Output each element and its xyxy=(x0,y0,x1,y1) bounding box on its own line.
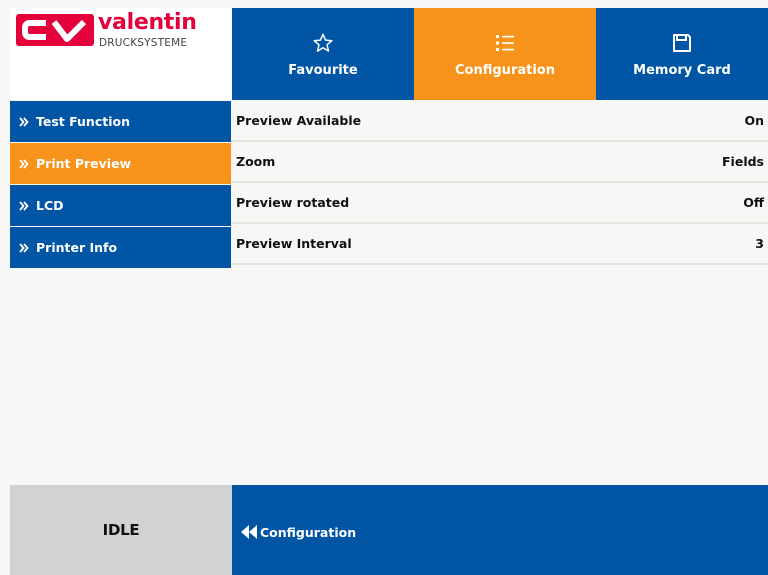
setting-value: Off xyxy=(743,195,764,210)
side-menu: Test Function Print Preview LCD Printer … xyxy=(10,101,231,269)
menu-item-printer-info[interactable]: Printer Info xyxy=(10,227,231,268)
settings-list: Preview Available On Zoom Fields Preview… xyxy=(231,101,768,265)
back-button-label: Configuration xyxy=(260,524,357,540)
menu-item-label: Print Preview xyxy=(36,156,132,171)
double-chevron-right-icon xyxy=(19,158,29,169)
back-button[interactable]: Configuration xyxy=(240,521,356,543)
menu-item-lcd[interactable]: LCD xyxy=(10,185,231,226)
brand-logo: valentin DRUCKSYSTEME xyxy=(10,8,232,100)
setting-row-preview-rotated[interactable]: Preview rotated Off xyxy=(231,183,768,224)
setting-label: Preview Available xyxy=(236,113,362,128)
brand-name: valentin xyxy=(98,10,197,35)
star-icon xyxy=(313,33,333,52)
brand-subtitle: DRUCKSYSTEME xyxy=(99,37,188,49)
floppy-disk-icon xyxy=(673,34,691,52)
cv-logo-icon xyxy=(16,14,94,46)
setting-label: Preview rotated xyxy=(236,195,350,210)
tab-memory-card[interactable]: Memory Card xyxy=(596,8,768,100)
setting-label: Preview Interval xyxy=(236,236,352,251)
menu-item-label: Test Function xyxy=(36,114,130,129)
menu-item-label: LCD xyxy=(36,198,64,213)
status-indicator: IDLE xyxy=(10,485,232,575)
setting-label: Zoom xyxy=(236,154,276,169)
tab-favourite[interactable]: Favourite xyxy=(232,8,414,100)
double-chevron-right-icon xyxy=(19,116,29,127)
tab-configuration-label: Configuration xyxy=(455,63,555,78)
printer-screen: valentin DRUCKSYSTEME Favourite Configur… xyxy=(0,0,768,575)
setting-value: 3 xyxy=(755,236,764,251)
tab-configuration[interactable]: Configuration xyxy=(414,8,596,100)
list-icon xyxy=(496,35,514,51)
setting-value: Fields xyxy=(722,154,764,169)
setting-row-preview-interval[interactable]: Preview Interval 3 xyxy=(231,224,768,265)
tab-memory-card-label: Memory Card xyxy=(633,63,731,78)
footer-bar: Configuration xyxy=(232,485,768,575)
double-chevron-left-icon xyxy=(241,525,257,539)
menu-item-test-function[interactable]: Test Function xyxy=(10,101,231,142)
setting-row-zoom[interactable]: Zoom Fields xyxy=(231,142,768,183)
tab-favourite-label: Favourite xyxy=(288,63,358,78)
status-text: IDLE xyxy=(102,521,140,539)
menu-item-print-preview[interactable]: Print Preview xyxy=(10,143,231,184)
setting-row-preview-available[interactable]: Preview Available On xyxy=(231,101,768,142)
menu-item-label: Printer Info xyxy=(36,240,118,255)
double-chevron-right-icon xyxy=(19,200,29,211)
setting-value: On xyxy=(744,113,764,128)
double-chevron-right-icon xyxy=(19,242,29,253)
